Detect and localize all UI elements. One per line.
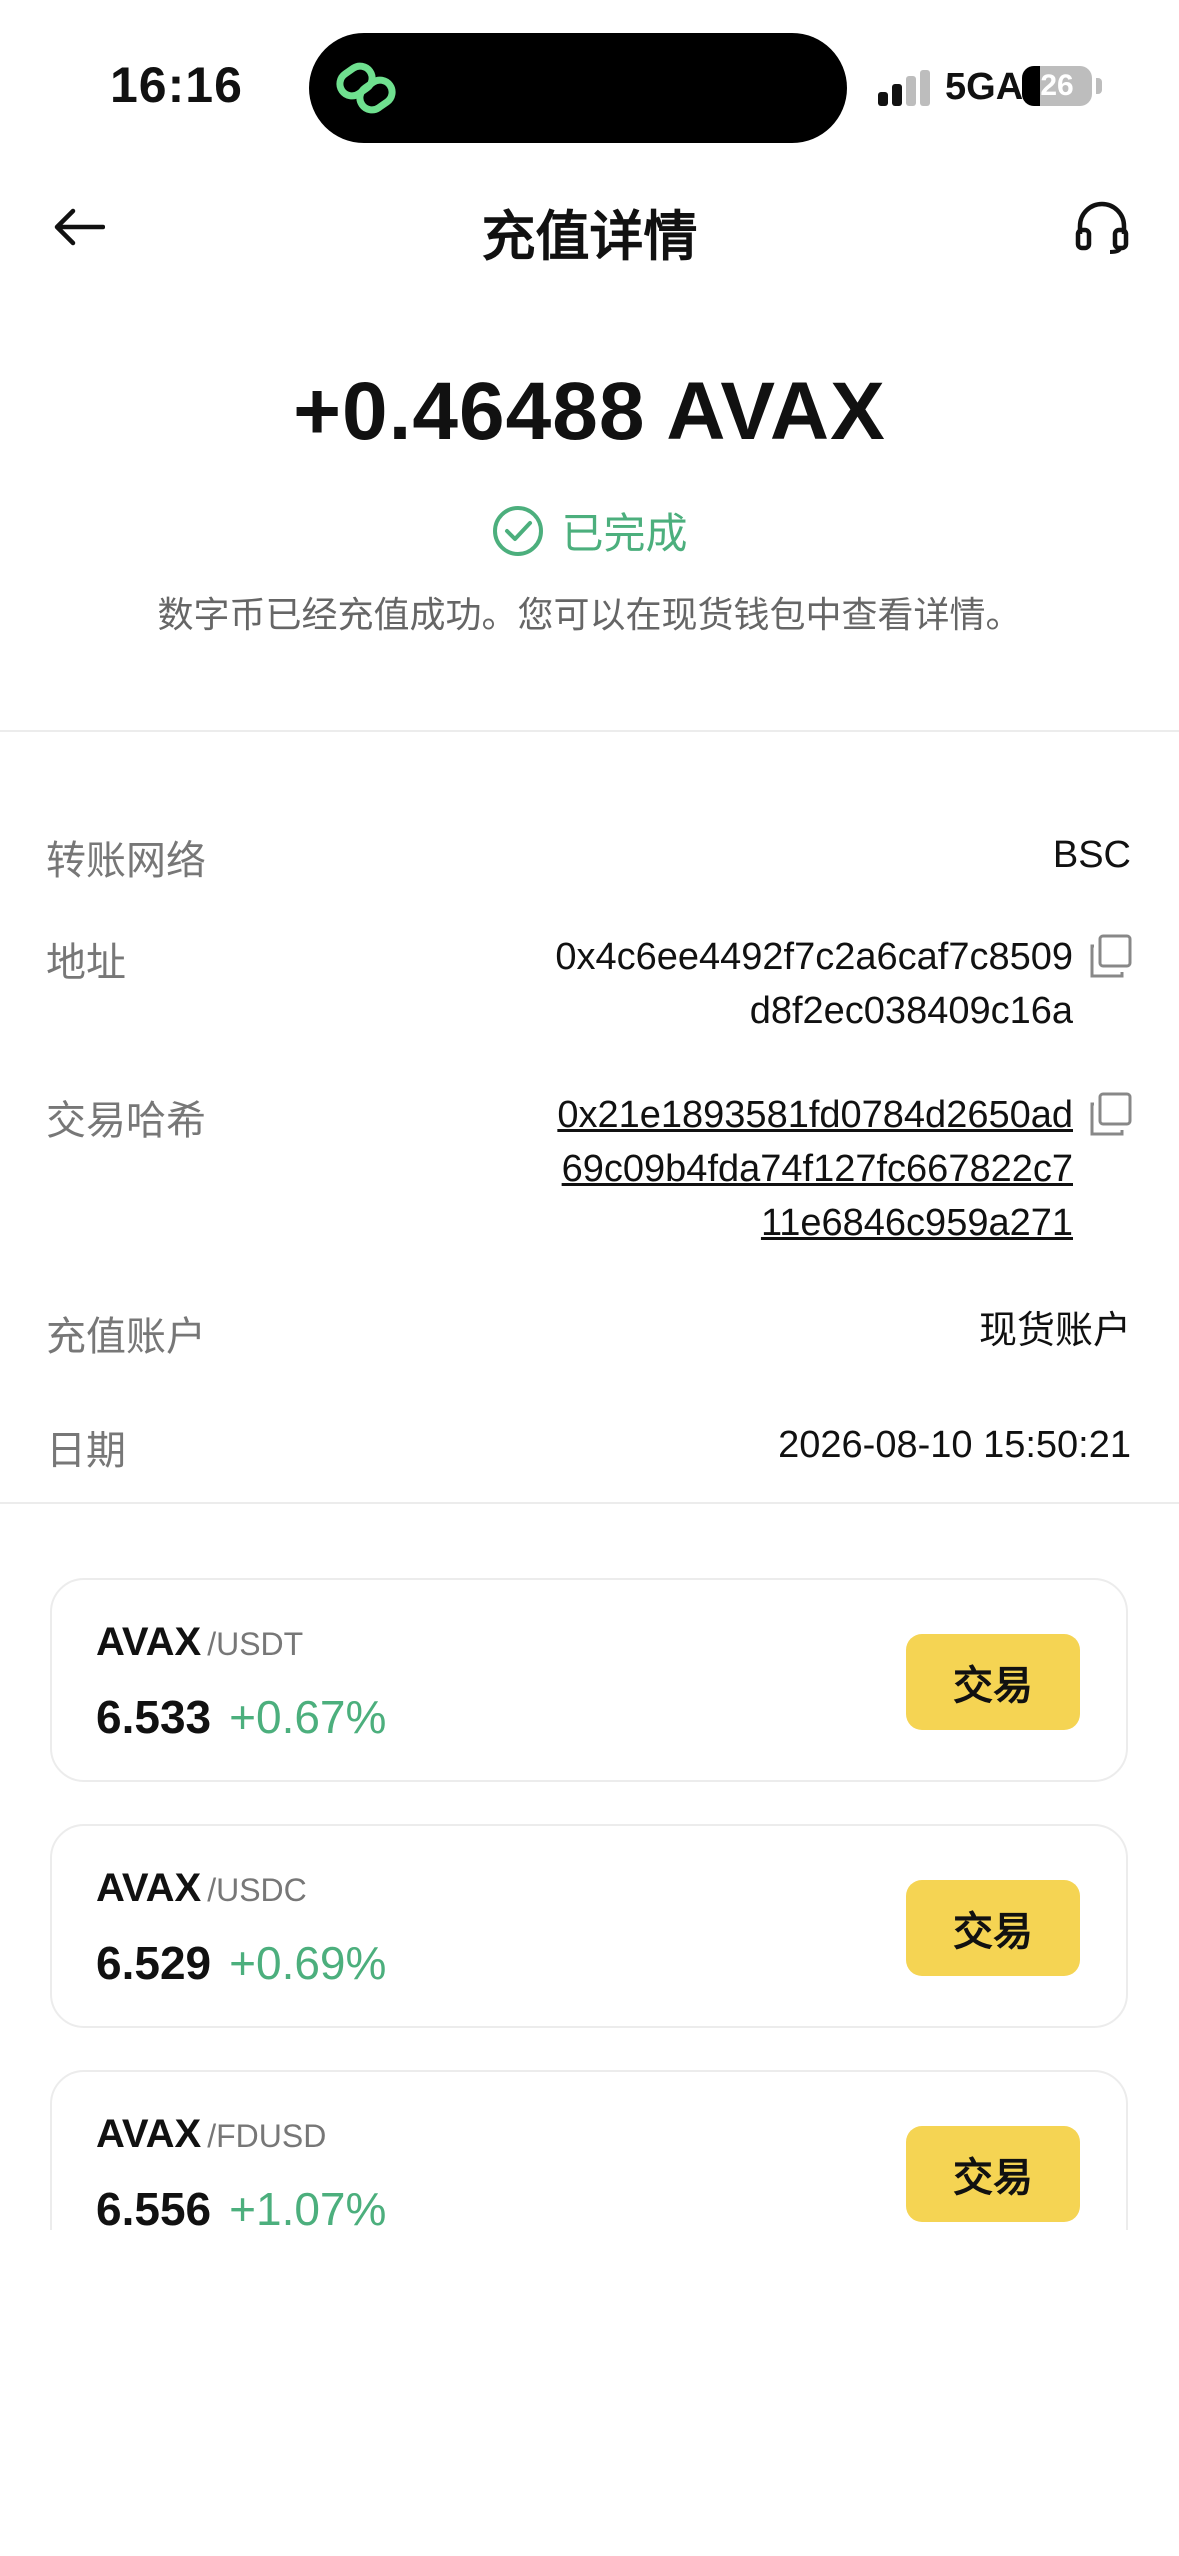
blank-area xyxy=(0,2230,1179,2556)
trade-button[interactable]: 交易 xyxy=(906,1880,1080,1976)
hash-line: 69c09b4fda74f127fc667822c7 xyxy=(561,1148,1073,1190)
page-title: 充值详情 xyxy=(481,207,698,267)
status-text: 已完成 xyxy=(561,510,688,557)
customer-support-button[interactable] xyxy=(1062,192,1142,262)
link-app-icon xyxy=(336,62,396,114)
address-label: 地址 xyxy=(46,941,126,985)
signal-icon xyxy=(878,70,930,106)
price-change: +0.67% xyxy=(229,1691,387,1743)
status-description: 数字币已经充值成功。您可以在现货钱包中查看详情。 xyxy=(157,594,1022,635)
deposit-amount: +0.46488 AVAX xyxy=(293,366,886,457)
price: 6.529 xyxy=(96,1937,212,1989)
deposit-status: 已完成 xyxy=(0,500,1179,561)
trading-pair: AVAX/USDC xyxy=(96,1866,307,1911)
status-time: 16:16 xyxy=(110,57,243,113)
price-row: 6.529 +0.69% xyxy=(96,1936,386,1990)
base-asset: AVAX xyxy=(96,1620,202,1664)
nav-header: 充值详情 xyxy=(0,170,1179,280)
price-change: +1.07% xyxy=(229,2183,387,2235)
trading-pair: AVAX/USDT xyxy=(96,1620,303,1665)
date-label: 日期 xyxy=(46,1429,126,1473)
trade-button[interactable]: 交易 xyxy=(906,1634,1080,1730)
divider xyxy=(0,1502,1179,1504)
base-asset: AVAX xyxy=(96,2112,202,2156)
transaction-hash-link[interactable]: 0x21e1893581fd0784d2650ad 69c09b4fda74f1… xyxy=(557,1088,1073,1250)
hash-line: 11e6846c959a271 xyxy=(760,1202,1073,1244)
price-change: +0.69% xyxy=(229,1937,387,1989)
trade-button[interactable]: 交易 xyxy=(906,2126,1080,2222)
market-card-usdc[interactable]: AVAX/USDC 6.529 +0.69% 交易 xyxy=(50,1824,1128,2028)
network-label: 转账网络 xyxy=(46,839,206,883)
hash-line: 0x21e1893581fd0784d2650ad xyxy=(557,1094,1073,1136)
date-value: 2026-08-10 15:50:21 xyxy=(778,1424,1131,1466)
base-asset: AVAX xyxy=(96,1866,202,1910)
price-row: 6.556 +1.07% xyxy=(96,2182,386,2236)
headset-icon xyxy=(1075,201,1129,254)
address-line: d8f2ec038409c16a xyxy=(749,990,1073,1032)
quote-asset: /USDT xyxy=(207,1626,304,1662)
price: 6.556 xyxy=(96,2183,212,2235)
status-bar: 16:16 5GA 26 xyxy=(0,0,1179,170)
dynamic-island xyxy=(309,33,847,143)
quote-asset: /FDUSD xyxy=(207,2118,327,2154)
divider xyxy=(0,730,1179,732)
network-type: 5GA xyxy=(945,66,1024,108)
battery-level: 26 xyxy=(1040,69,1074,102)
copy-hash-icon[interactable] xyxy=(1088,1092,1132,1136)
price-row: 6.533 +0.67% xyxy=(96,1690,386,1744)
copy-address-icon[interactable] xyxy=(1088,934,1132,978)
market-card-usdt[interactable]: AVAX/USDT 6.533 +0.67% 交易 xyxy=(50,1578,1128,1782)
account-label: 充值账户 xyxy=(46,1315,206,1359)
battery-nub xyxy=(1096,78,1102,94)
battery-icon: 26 xyxy=(1022,66,1092,106)
account-value: 现货账户 xyxy=(978,1310,1131,1352)
address-value: 0x4c6ee4492f7c2a6caf7c8509 d8f2ec038409c… xyxy=(555,930,1073,1038)
quote-asset: /USDC xyxy=(207,1872,307,1908)
address-line: 0x4c6ee4492f7c2a6caf7c8509 xyxy=(555,936,1073,978)
network-value: BSC xyxy=(1052,834,1131,876)
trading-pair: AVAX/FDUSD xyxy=(96,2112,326,2157)
price: 6.533 xyxy=(96,1691,212,1743)
hash-label: 交易哈希 xyxy=(46,1099,206,1143)
check-circle-icon xyxy=(493,505,544,556)
